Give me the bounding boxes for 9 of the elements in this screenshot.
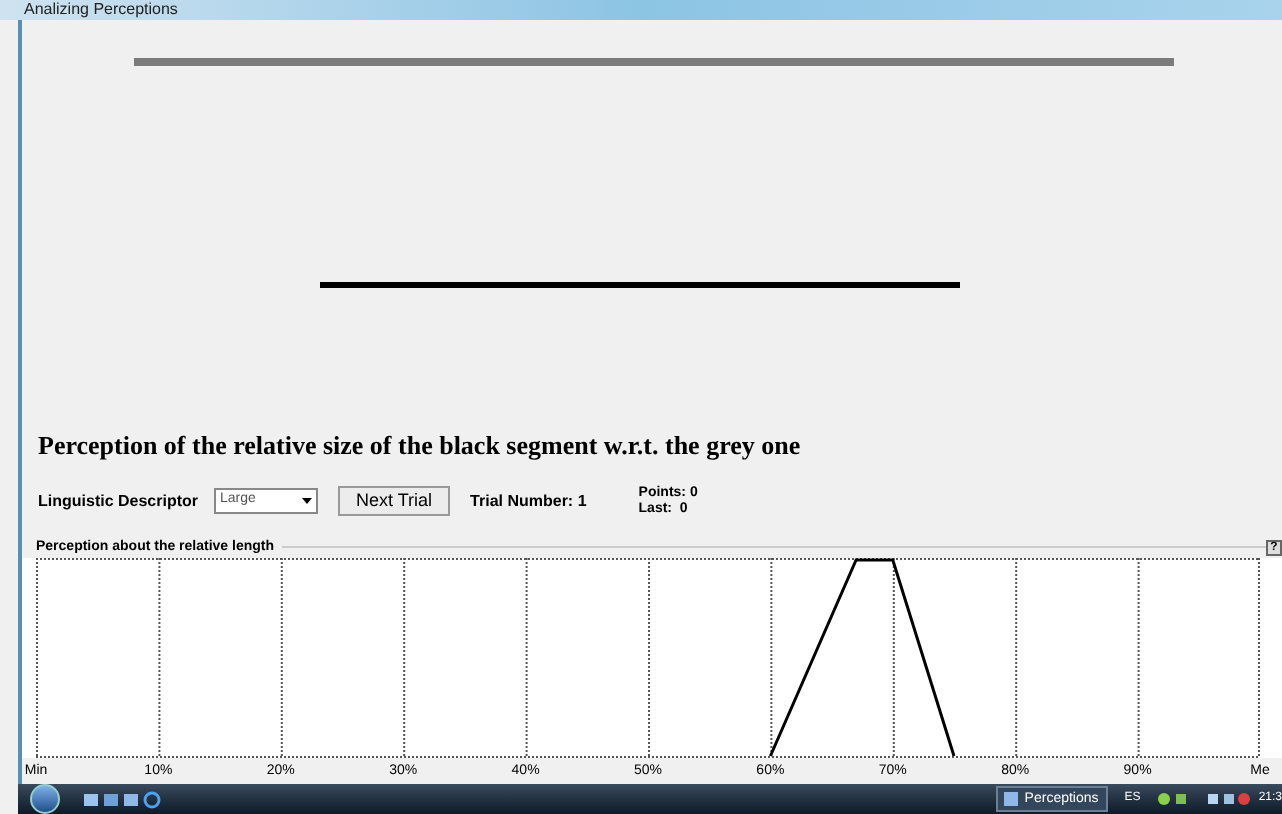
- title-bar: Analizing Perceptions: [0, 0, 1282, 19]
- start-button[interactable]: [30, 784, 60, 814]
- next-trial-button[interactable]: Next Trial: [338, 486, 451, 516]
- trial-number: Trial Number: 1: [470, 489, 587, 513]
- descriptor-label: Linguistic Descriptor: [38, 489, 199, 513]
- tray-icons: [1152, 790, 1253, 808]
- heading: Perception of the relative size of the black segment w.r.t. the grey one: [38, 431, 803, 457]
- quick-launch-icons[interactable]: [84, 789, 164, 809]
- window-icon: [1004, 792, 1019, 806]
